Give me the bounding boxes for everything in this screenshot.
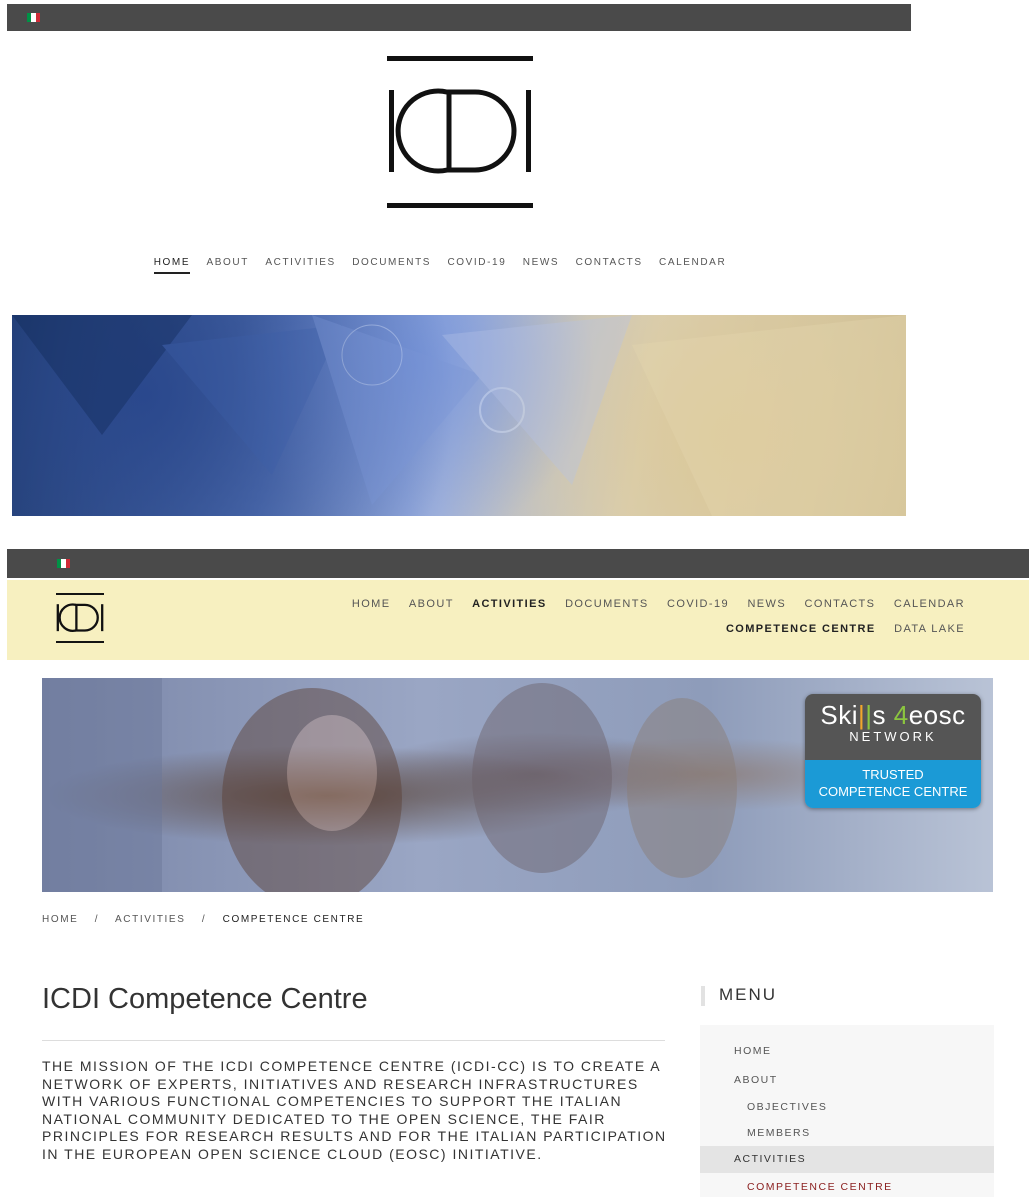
header-nav: HOME ABOUT ACTIVITIES DOCUMENTS COVID-19… [265, 598, 965, 648]
italian-flag-icon[interactable] [57, 559, 70, 568]
nav-competence-centre[interactable]: COMPETENCE CENTRE [726, 623, 876, 635]
nav-contacts[interactable]: CONTACTS [805, 598, 876, 610]
breadcrumb-activities[interactable]: ACTIVITIES [115, 914, 185, 925]
competence-centre-banner-image: Ski||s 4eosc NETWORK TRUSTED COMPETENCE … [42, 678, 993, 892]
breadcrumb-home[interactable]: HOME [42, 914, 78, 925]
menu-heading: MENU [719, 985, 778, 1004]
nav-documents[interactable]: DOCUMENTS [565, 598, 649, 610]
menu-item-competence-centre[interactable]: COMPETENCE CENTRE [747, 1181, 893, 1193]
skills4eosc-badge: Ski||s 4eosc NETWORK TRUSTED COMPETENCE … [805, 694, 981, 808]
nav-about[interactable]: ABOUT [409, 598, 454, 610]
nav-calendar[interactable]: CALENDAR [659, 257, 726, 272]
menu-heading-accent [701, 986, 705, 1006]
badge-skills-a: Ski [820, 700, 858, 730]
badge-eosc: eosc [908, 700, 966, 730]
mission-text: THE MISSION OF THE ICDI COMPETENCE CENTR… [42, 1058, 667, 1162]
language-bar [7, 4, 911, 31]
icdi-logo-icon[interactable] [387, 56, 533, 208]
breadcrumb: HOME / ACTIVITIES / COMPETENCE CENTRE [42, 914, 364, 925]
badge-skills-b: s [872, 700, 887, 730]
menu-item-objectives[interactable]: OBJECTIVES [747, 1101, 827, 1113]
nav-home[interactable]: HOME [153, 257, 191, 274]
badge-competence-centre: COMPETENCE CENTRE [818, 784, 968, 799]
nav-about[interactable]: ABOUT [207, 257, 249, 272]
nav-contacts[interactable]: CONTACTS [576, 257, 643, 272]
badge-trusted: TRUSTED [862, 767, 924, 782]
breadcrumb-separator: / [201, 914, 207, 925]
nav-news[interactable]: NEWS [747, 598, 786, 610]
language-bar-2 [7, 549, 1029, 578]
menu-item-members[interactable]: MEMBERS [747, 1127, 811, 1139]
nav-activities[interactable]: ACTIVITIES [472, 598, 547, 610]
hero-banner-image [12, 315, 906, 516]
title-divider [42, 1040, 665, 1041]
breadcrumb-separator: / [94, 914, 100, 925]
nav-covid[interactable]: COVID-19 [667, 598, 729, 610]
menu-item-about[interactable]: ABOUT [734, 1074, 778, 1086]
nav-documents[interactable]: DOCUMENTS [352, 257, 431, 272]
main-nav: HOME ABOUT ACTIVITIES DOCUMENTS COVID-19… [0, 257, 880, 274]
menu-item-home[interactable]: HOME [734, 1045, 772, 1057]
badge-four: 4 [893, 700, 909, 730]
badge-network: NETWORK [849, 729, 937, 744]
nav-home[interactable]: HOME [352, 598, 391, 610]
icdi-logo-small-icon[interactable] [56, 592, 104, 644]
nav-calendar[interactable]: CALENDAR [894, 598, 965, 610]
nav-covid[interactable]: COVID-19 [447, 257, 506, 272]
breadcrumb-current: COMPETENCE CENTRE [222, 914, 365, 925]
nav-news[interactable]: NEWS [523, 257, 559, 272]
nav-data-lake[interactable]: DATA LAKE [894, 623, 965, 635]
italian-flag-icon[interactable] [27, 13, 40, 22]
page-title: ICDI Competence Centre [42, 983, 368, 1015]
nav-activities[interactable]: ACTIVITIES [265, 257, 335, 272]
menu-item-activities[interactable]: ACTIVITIES [734, 1153, 806, 1165]
